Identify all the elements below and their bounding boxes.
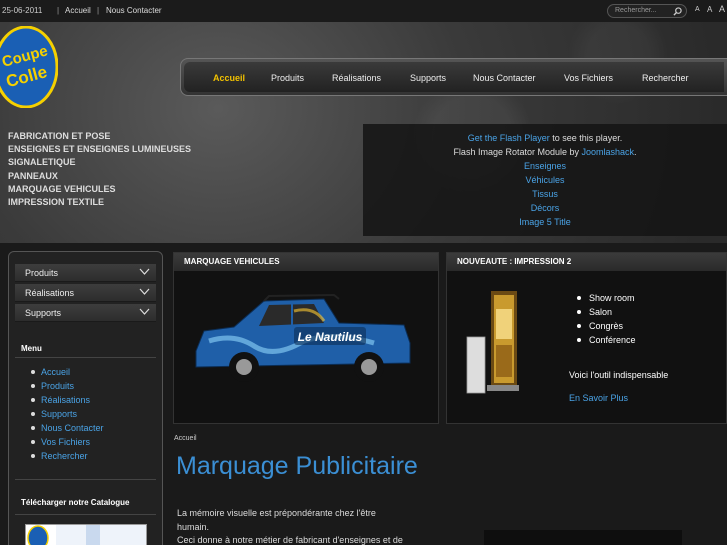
news-feature-list: Show room Salon Congrès Conférence: [577, 291, 636, 347]
sidebar-item-produits[interactable]: Produits: [15, 264, 156, 282]
menu-link-nous-contacter[interactable]: Nous Contacter: [31, 421, 104, 435]
category-link[interactable]: SIGNALETIQUE: [8, 156, 191, 169]
left-sidebar: Produits Réalisations Supports Menu Accu…: [8, 251, 163, 545]
nav-accueil[interactable]: Accueil: [213, 73, 245, 83]
panel-title: NOUVEAUTE : IMPRESSION 2: [447, 253, 726, 271]
top-link-accueil[interactable]: Accueil: [65, 6, 91, 15]
list-item: Congrès: [577, 319, 636, 333]
category-link[interactable]: PANNEAUX: [8, 170, 191, 183]
vehicle-image[interactable]: Le Nautilus: [174, 271, 440, 423]
flash-link-decors[interactable]: Décors: [531, 203, 560, 213]
category-link[interactable]: MARQUAGE VEHICULES: [8, 183, 191, 196]
panel-vehicles: MARQUAGE VEHICULES Le Nautilus: [173, 252, 439, 424]
chevron-down-icon: [139, 308, 150, 315]
nav-nous-contacter[interactable]: Nous Contacter: [473, 73, 536, 83]
category-links: FABRICATION ET POSE ENSEIGNES ET ENSEIGN…: [8, 130, 191, 209]
joomlashack-link[interactable]: Joomlashack: [582, 147, 635, 157]
divider: [15, 479, 156, 480]
get-flash-link[interactable]: Get the Flash Player: [468, 133, 550, 143]
flash-notice: Get the Flash Player to see this player.: [467, 133, 623, 143]
menu-link-vos-fichiers[interactable]: Vos Fichiers: [31, 435, 104, 449]
sidebar-item-label: Réalisations: [25, 288, 75, 298]
flash-rotator: Get the Flash Player to see this player.…: [363, 124, 727, 236]
catalog-cover: [27, 525, 146, 545]
menu-link-supports[interactable]: Supports: [31, 407, 104, 421]
menu-list: Accueil Produits Réalisations Supports N…: [31, 365, 104, 463]
menu-link-rechercher[interactable]: Rechercher: [31, 449, 104, 463]
separator: |: [57, 6, 60, 15]
nav-realisations[interactable]: Réalisations: [332, 73, 381, 83]
top-bar: 25-06-2011 | Accueil | Nous Contacter Re…: [0, 0, 727, 22]
top-link-contact[interactable]: Nous Contacter: [106, 6, 162, 15]
menu-link-produits[interactable]: Produits: [31, 379, 104, 393]
menu-link-realisations[interactable]: Réalisations: [31, 393, 104, 407]
catalog-download-image[interactable]: [25, 524, 147, 545]
chevron-down-icon: [139, 268, 150, 275]
flash-link-image5[interactable]: Image 5 Title: [519, 217, 571, 227]
category-link[interactable]: ENSEIGNES ET ENSEIGNES LUMINEUSES: [8, 143, 191, 156]
news-tagline: Voici l'outil indispensable: [569, 370, 669, 380]
divider: [15, 514, 156, 515]
category-link[interactable]: IMPRESSION TEXTILE: [8, 196, 191, 209]
search-placeholder: Rechercher...: [615, 7, 657, 14]
intro-paragraph: La mémoire visuelle est prépondérante ch…: [177, 507, 437, 545]
paragraph-line: humain.: [177, 521, 210, 532]
font-size-large[interactable]: A: [719, 4, 725, 14]
nav-rechercher[interactable]: Rechercher: [642, 73, 689, 83]
sidebar-item-realisations[interactable]: Réalisations: [15, 284, 156, 302]
content-image-placeholder: [484, 530, 682, 545]
sidebar-item-label: Produits: [25, 268, 59, 278]
separator: |: [97, 6, 100, 15]
paragraph-line: Ceci donne à notre métier de fabricant d…: [177, 535, 403, 545]
flash-link-enseignes[interactable]: Enseignes: [524, 161, 566, 171]
menu-heading: Menu: [21, 344, 42, 353]
current-date: 25-06-2011: [2, 6, 43, 15]
divider: [15, 357, 156, 358]
sidebar-item-label: Supports: [25, 308, 62, 318]
font-size-medium[interactable]: A: [707, 5, 712, 14]
flash-link-vehicules[interactable]: Véhicules: [525, 175, 564, 185]
search-input[interactable]: Rechercher...: [607, 4, 687, 18]
font-size-small[interactable]: A: [695, 6, 700, 13]
chevron-down-icon: [139, 288, 150, 295]
read-more-link[interactable]: En Savoir Plus: [569, 393, 628, 403]
catalog-heading: Télécharger notre Catalogue: [21, 498, 130, 507]
paragraph-line: La mémoire visuelle est prépondérante ch…: [177, 508, 376, 518]
category-link[interactable]: FABRICATION ET POSE: [8, 130, 191, 143]
flash-module-credit: Flash Image Rotator Module by Joomlashac…: [453, 147, 637, 157]
panel-title: MARQUAGE VEHICULES: [174, 253, 438, 271]
nav-vos-fichiers[interactable]: Vos Fichiers: [564, 73, 613, 83]
search-icon[interactable]: [673, 7, 682, 16]
panel-news: NOUVEAUTE : IMPRESSION 2 Show room Salon…: [446, 252, 727, 424]
list-item: Show room: [577, 291, 636, 305]
vehicle-brand-text: Le Nautilus: [298, 330, 363, 344]
list-item: Salon: [577, 305, 636, 319]
nav-supports[interactable]: Supports: [410, 73, 446, 83]
main-navigation: Accueil Produits Réalisations Supports N…: [180, 58, 727, 96]
sidebar-item-supports[interactable]: Supports: [15, 304, 156, 322]
page-title: Marquage Publicitaire: [176, 452, 418, 480]
list-item: Conférence: [577, 333, 636, 347]
menu-link-accueil[interactable]: Accueil: [31, 365, 104, 379]
rollup-banner-image[interactable]: [465, 289, 525, 399]
logo[interactable]: Coupe Colle: [0, 26, 58, 108]
flash-link-tissus[interactable]: Tissus: [532, 189, 558, 199]
breadcrumb[interactable]: Accueil: [174, 435, 197, 442]
nav-produits[interactable]: Produits: [271, 73, 304, 83]
